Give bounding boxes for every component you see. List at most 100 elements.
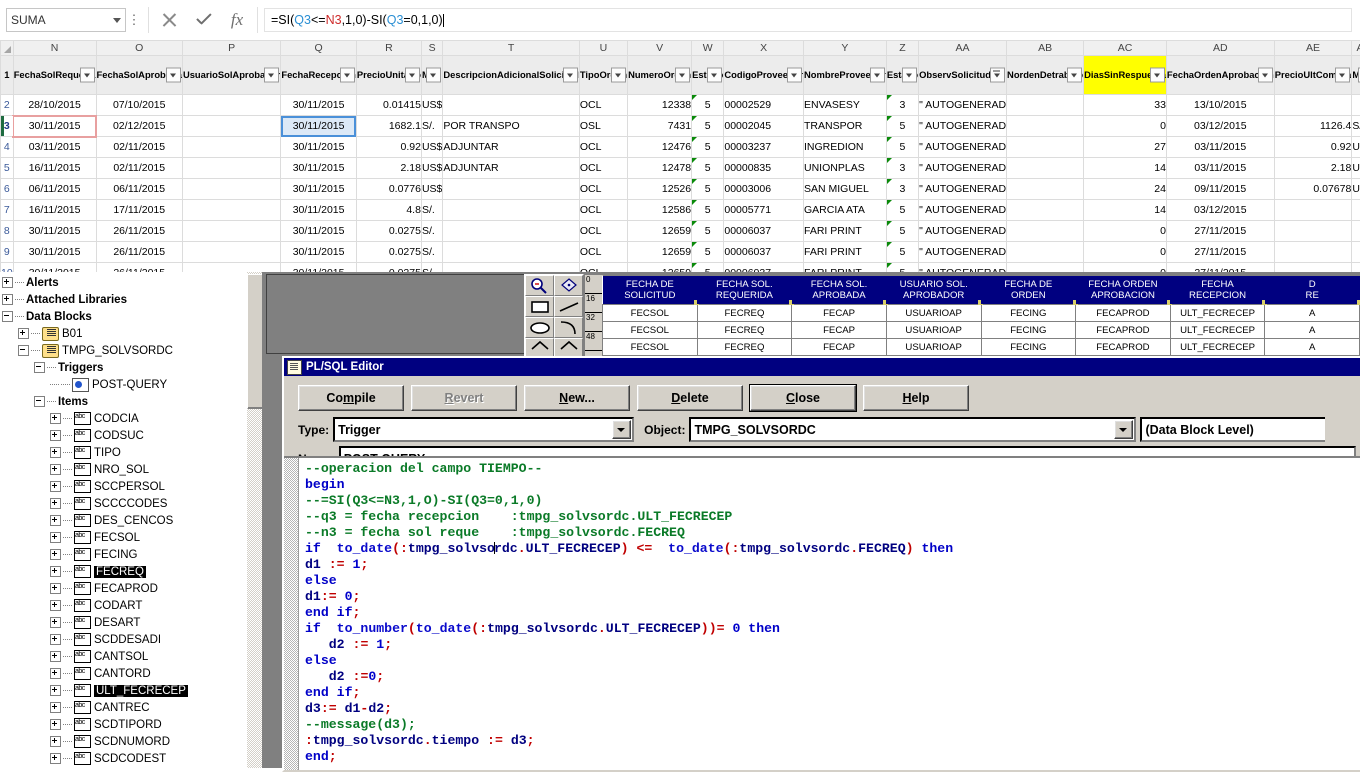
filter-dropdown-icon[interactable] [1335, 67, 1350, 82]
cell[interactable]: FARI PRINT [804, 221, 887, 242]
cell[interactable]: 00006037 [724, 263, 804, 273]
canvas-field-cell[interactable]: ULT_FECRECEP [1170, 322, 1265, 339]
cell[interactable]: 5 [692, 242, 724, 263]
cell[interactable]: 00002045 [724, 116, 804, 137]
cell[interactable]: 06/11/2015 [13, 179, 96, 200]
rectangle-icon[interactable] [525, 296, 554, 317]
filter-header-cell[interactable]: Mon. [1352, 55, 1360, 95]
filter-dropdown-icon[interactable] [902, 67, 917, 82]
cell[interactable] [1352, 221, 1360, 242]
cell[interactable] [443, 242, 579, 263]
filter-header-cell[interactable]: PrecioUnitario [356, 55, 421, 95]
column-header-t[interactable]: T [443, 41, 579, 56]
column-header-o[interactable]: O [96, 41, 182, 56]
canvas-field-cell[interactable]: FECAPROD [1076, 305, 1171, 322]
cell[interactable]: 5 [692, 116, 724, 137]
resize-handle[interactable] [1357, 300, 1360, 305]
cell[interactable]: 30/11/2015 [281, 137, 357, 158]
cell[interactable]: OCL [579, 242, 627, 263]
expand-plus-icon[interactable] [50, 430, 61, 441]
cell[interactable]: US$ [1352, 179, 1360, 200]
cell[interactable]: 00005771 [724, 200, 804, 221]
tree-node-codcia[interactable]: CODCIA [2, 410, 262, 427]
cell[interactable]: 12586 [628, 200, 692, 221]
cell[interactable]: 03/12/2015 [1166, 200, 1274, 221]
close-button[interactable]: Close [750, 385, 856, 411]
type-select[interactable]: Trigger [333, 417, 634, 442]
tree-node-alerts[interactable]: Alerts [2, 274, 262, 291]
canvas-field-cell[interactable]: FECING [981, 305, 1076, 322]
row-header-5[interactable]: 5 [1, 158, 14, 179]
cell[interactable]: 00006037 [724, 221, 804, 242]
filter-header-cell[interactable]: Estado [692, 55, 724, 95]
zoom-icon[interactable] [525, 275, 554, 296]
cell[interactable]: 02/12/2015 [96, 116, 182, 137]
cell[interactable]: " AUTOGENERAD [919, 221, 1007, 242]
canvas-block-grid[interactable]: FECHA DESOLICITUDFECHA SOL.REQUERIDAFECH… [602, 276, 1360, 356]
expand-plus-icon[interactable] [50, 719, 61, 730]
tree-node-cantrec[interactable]: CANTREC [2, 699, 262, 716]
cell[interactable]: SAN MIGUEL [804, 179, 887, 200]
cell[interactable]: 09/11/2015 [1166, 179, 1274, 200]
cell[interactable]: 27/11/2015 [1166, 221, 1274, 242]
cell[interactable]: TRANSPOR [804, 116, 887, 137]
arc-icon[interactable] [554, 317, 583, 338]
cell[interactable] [182, 158, 280, 179]
expand-plus-icon[interactable] [50, 583, 61, 594]
cell[interactable]: S/. [421, 221, 442, 242]
expand-plus-icon[interactable] [2, 277, 13, 288]
cell[interactable]: ADJUNTAR [443, 137, 579, 158]
spreadsheet-grid[interactable]: NOPQRSTUVWXYZAAABACADAEAFAGAHAIAJ1FechaS… [0, 40, 1360, 272]
cell[interactable]: 27 [1084, 137, 1167, 158]
canvas-field-cell[interactable]: FECSOL [603, 305, 698, 322]
cell[interactable]: 5 [692, 137, 724, 158]
cell[interactable]: 12476 [628, 137, 692, 158]
name-box[interactable]: SUMA [6, 8, 126, 32]
tree-node-tmpg-solvsordc[interactable]: TMPG_SOLVSORDC [2, 342, 262, 359]
filter-header-cell[interactable]: Estado [886, 55, 918, 95]
delete-button[interactable]: Delete [637, 385, 743, 411]
tree-node-fecsol[interactable]: FECSOL [2, 529, 262, 546]
cell[interactable]: US$ [1352, 158, 1360, 179]
cell[interactable]: 12478 [628, 158, 692, 179]
cell[interactable] [443, 179, 579, 200]
column-header-y[interactable]: Y [804, 41, 887, 56]
column-header-ac[interactable]: AC [1084, 41, 1167, 56]
row-header-4[interactable]: 4 [1, 137, 14, 158]
cell[interactable]: OCL [579, 137, 627, 158]
cell[interactable]: 0.07678 [1274, 179, 1352, 200]
cell[interactable] [1274, 95, 1352, 116]
cell[interactable]: " AUTOGENERAD [919, 137, 1007, 158]
tree-node-fecing[interactable]: FECING [2, 546, 262, 563]
cell[interactable] [1274, 242, 1352, 263]
row-header-10[interactable]: 10 [1, 263, 14, 273]
tree-node-des-cencos[interactable]: DES_CENCOS [2, 512, 262, 529]
canvas-field-cell[interactable]: A [1265, 322, 1360, 339]
expand-plus-icon[interactable] [50, 413, 61, 424]
cell[interactable]: 0 [1084, 263, 1167, 273]
cell[interactable] [1007, 263, 1084, 273]
cell[interactable]: FARI PRINT [804, 263, 887, 273]
cell[interactable] [1007, 137, 1084, 158]
cell[interactable]: " AUTOGENERAD [919, 200, 1007, 221]
filter-dropdown-icon[interactable] [80, 67, 95, 82]
filter-header-cell[interactable]: NumeroOrden [628, 55, 692, 95]
cell[interactable] [443, 200, 579, 221]
filter-dropdown-icon[interactable] [264, 67, 279, 82]
column-header-p[interactable]: P [182, 41, 280, 56]
cell[interactable]: 0.92 [1274, 137, 1352, 158]
column-header-aa[interactable]: AA [919, 41, 1007, 56]
cell[interactable]: 03/11/2015 [1166, 158, 1274, 179]
canvas-field-cell[interactable]: FECAP [792, 305, 887, 322]
tree-node-sccpersol[interactable]: SCCPERSOL [2, 478, 262, 495]
cell[interactable] [182, 95, 280, 116]
cell[interactable]: 5 [692, 200, 724, 221]
cell[interactable]: 30/11/2015 [281, 116, 357, 137]
filter-dropdown-icon[interactable] [611, 67, 626, 82]
cell[interactable] [443, 95, 579, 116]
cell[interactable]: 16/11/2015 [13, 200, 96, 221]
cell[interactable]: 5 [886, 221, 918, 242]
column-header-x[interactable]: X [724, 41, 804, 56]
select-all-corner[interactable] [1, 41, 14, 56]
expand-plus-icon[interactable] [50, 617, 61, 628]
